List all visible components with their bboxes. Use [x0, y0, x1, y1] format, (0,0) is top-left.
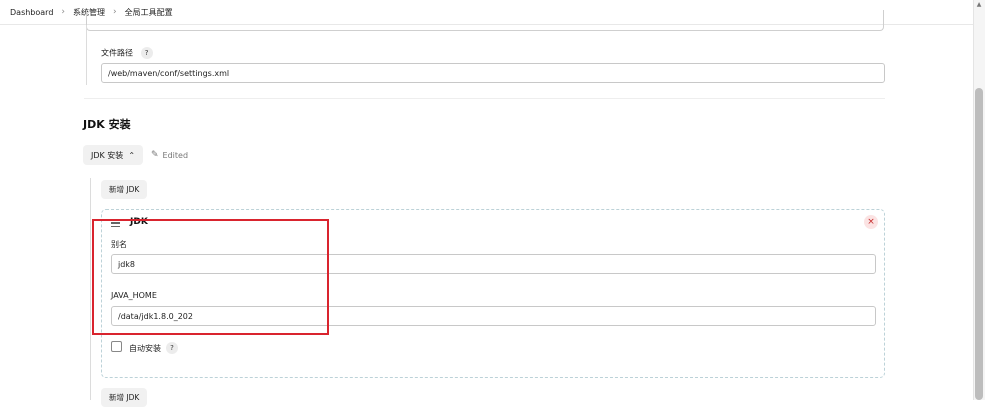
auto-install-checkbox[interactable] [111, 341, 122, 352]
help-icon[interactable]: ? [166, 342, 178, 354]
jdk-toggle-label: JDK 安装 [91, 150, 124, 160]
edited-indicator: ✎ Edited [151, 150, 188, 160]
scroll-up-arrow-icon[interactable]: ▲ [974, 1, 984, 10]
jdk-installations-toggle-button[interactable]: JDK 安装 ⌃ [83, 145, 144, 165]
add-jdk-button[interactable]: 新增 JDK [101, 180, 148, 199]
add-jdk-label: 新增 JDK [109, 185, 140, 194]
chevron-up-icon: ⌃ [128, 150, 136, 160]
jdk-indent-line [90, 178, 91, 400]
section-indent-line [86, 25, 87, 85]
file-path-value: /web/maven/conf/settings.xml [108, 68, 230, 78]
edited-label: Edited [162, 150, 189, 160]
highlight-annotation-box [92, 219, 329, 335]
previous-input-field[interactable] [86, 10, 884, 31]
add-jdk-bottom-label: 新增 JDK [109, 393, 140, 402]
file-path-input[interactable]: /web/maven/conf/settings.xml [101, 63, 885, 83]
file-path-label-row: 文件路径 ? [101, 47, 153, 59]
help-icon[interactable]: ? [140, 47, 153, 59]
add-jdk-button-bottom[interactable]: 新增 JDK [101, 388, 148, 407]
scrollbar-thumb[interactable] [975, 88, 983, 400]
file-path-label: 文件路径 [101, 48, 133, 58]
breadcrumb-item-dashboard[interactable]: Dashboard [10, 8, 53, 17]
section-divider [84, 98, 885, 99]
auto-install-label: 自动安装 [129, 343, 161, 353]
auto-install-label-row: 自动安装 ? [129, 342, 178, 354]
jdk-section-title: JDK 安装 [83, 118, 131, 131]
chevron-right-icon: › [61, 7, 66, 17]
close-icon[interactable]: × [864, 215, 878, 229]
pencil-icon: ✎ [151, 150, 159, 160]
